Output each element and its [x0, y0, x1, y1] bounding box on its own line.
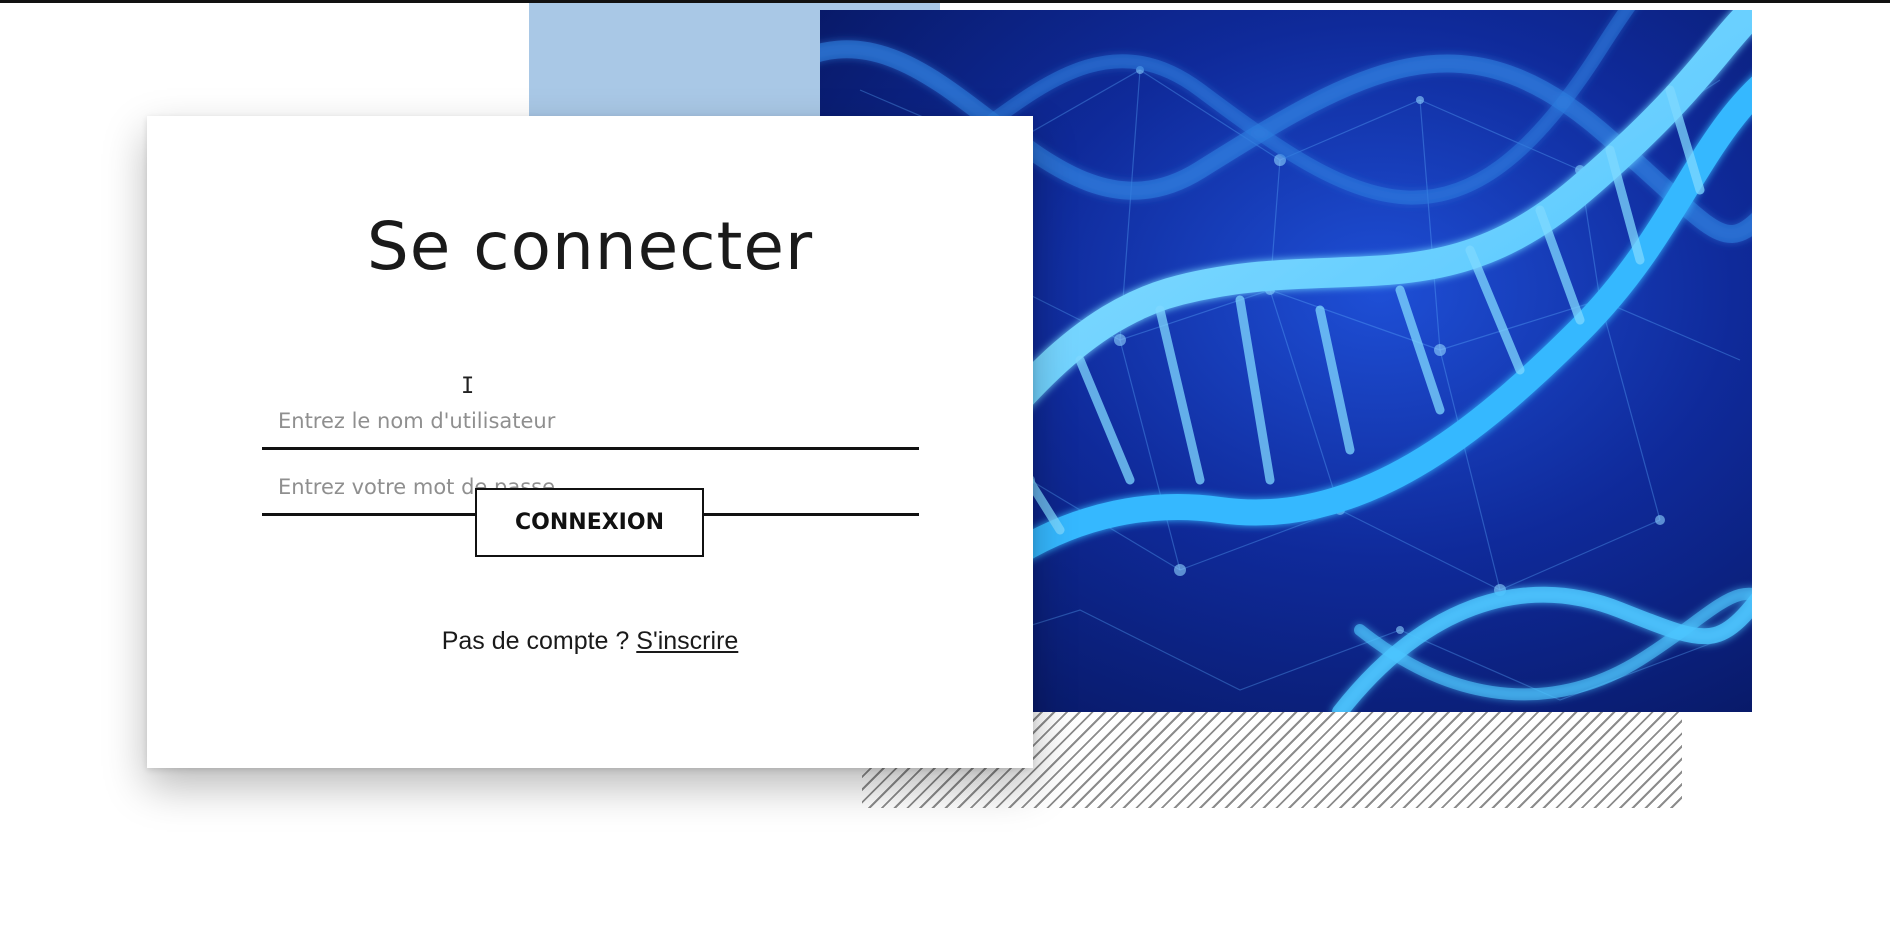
- signup-link[interactable]: S'inscrire: [636, 627, 738, 655]
- signup-prompt: Pas de compte ?: [441, 627, 630, 655]
- signup-line: Pas de compte ? S'inscrire: [147, 627, 1033, 656]
- login-button[interactable]: CONNEXION: [475, 488, 704, 557]
- top-border: [0, 0, 1890, 3]
- login-card: Se connecter I CONNEXION Pas de compte ?…: [147, 116, 1033, 768]
- login-title: Se connecter: [366, 208, 814, 285]
- username-input[interactable]: [262, 394, 919, 450]
